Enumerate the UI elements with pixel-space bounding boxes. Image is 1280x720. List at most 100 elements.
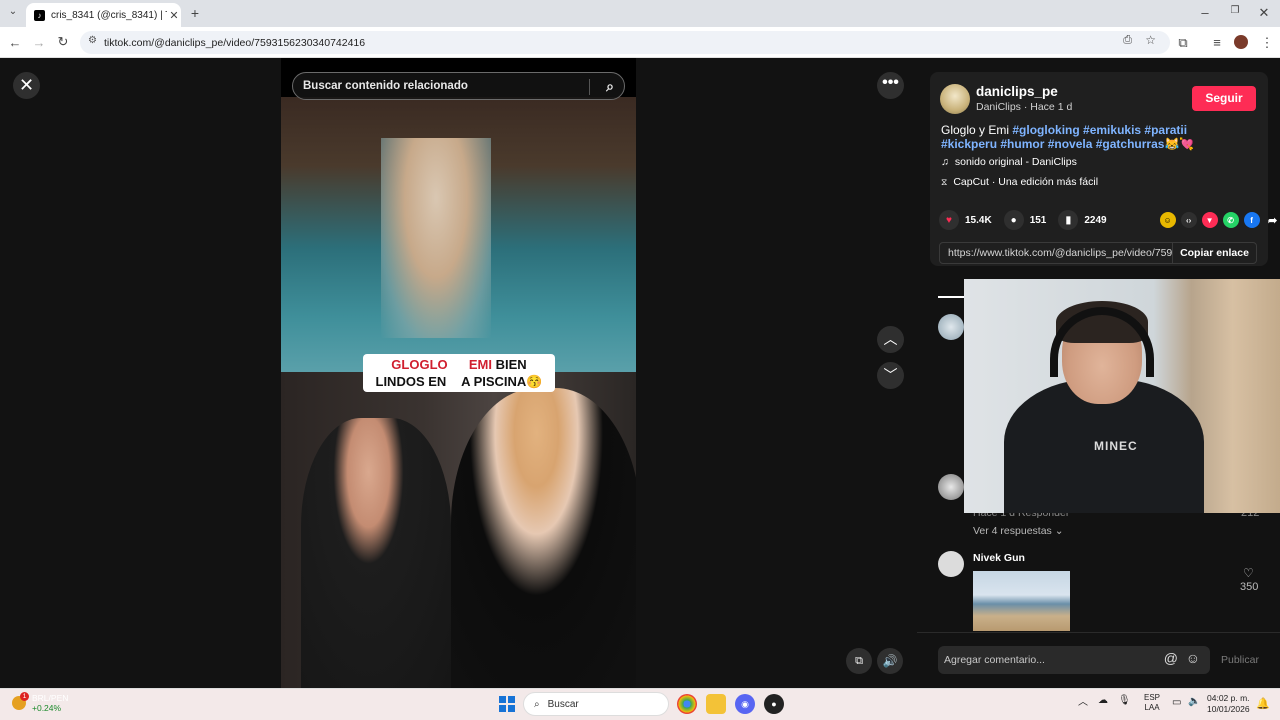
related-search-placeholder: Buscar contenido relacionado (303, 80, 468, 92)
notifications-bell-icon[interactable]: 🔔 (1256, 697, 1270, 710)
reading-list-icon[interactable]: ≡ (1208, 35, 1226, 50)
share-arrow-icon[interactable]: ➦ (1265, 212, 1280, 228)
caption-emoji: 😚 (526, 374, 543, 389)
microphone-icon[interactable]: 🎙 (1118, 695, 1131, 706)
facebook-icon[interactable]: f (1243, 212, 1260, 228)
cloud-icon[interactable]: ☁ (1098, 695, 1108, 706)
sound-link[interactable]: ♫ sonido original - DaniClips (941, 156, 1077, 168)
browser-tab[interactable]: ♪ cris_8341 (@cris_8341) | TikTok ✕ (26, 3, 181, 27)
author-username[interactable]: daniclips_pe (976, 84, 1058, 99)
active-tab-indicator (938, 296, 965, 298)
comment-like-heart-icon[interactable]: ♡ (1243, 566, 1254, 580)
url-text: tiktok.com/@daniclips_pe/video/759315623… (104, 36, 366, 49)
back-icon[interactable]: ← (6, 35, 24, 50)
tab-close-icon[interactable]: ✕ (167, 9, 181, 22)
new-tab-icon[interactable]: + (186, 5, 204, 21)
comment-input[interactable]: Agregar comentario... @ ☺ (938, 646, 1210, 674)
repost-icon[interactable]: ☺ (1159, 212, 1176, 228)
caption-word-1: GLOGLO (391, 357, 448, 372)
volume-button[interactable]: 🔊 (877, 648, 903, 674)
description-text: Gloglo y Emi (941, 123, 1010, 137)
likes-count: 15.4K (965, 214, 992, 226)
taskbar-clock[interactable]: 04:02 p. m. 10/01/2026 (1207, 693, 1250, 715)
minimize-icon[interactable]: – (1196, 5, 1214, 20)
profile-avatar[interactable] (1234, 35, 1248, 49)
search-icon[interactable]: ⌕ (606, 78, 614, 95)
next-video-button[interactable]: ﹀ (877, 362, 904, 389)
view-replies-button[interactable]: Ver 4 respuestas ⌄ (973, 525, 1064, 537)
like-heart-icon[interactable]: ♥ (939, 210, 959, 230)
reload-icon[interactable]: ↻ (54, 34, 72, 50)
caption-word-3: BIEN (495, 357, 527, 372)
commenter-avatar[interactable] (938, 474, 964, 500)
windows-start-icon[interactable] (499, 696, 515, 712)
commenter-name[interactable]: Nivek Gun (973, 552, 1025, 564)
whatsapp-icon[interactable]: ✆ (1222, 212, 1239, 228)
capcut-icon: ⧖ (941, 176, 948, 187)
comment-bubble-icon[interactable]: ● (1003, 210, 1024, 230)
search-icon: ⌕ (534, 698, 540, 710)
commenter-avatar[interactable] (938, 314, 964, 340)
stock-widget[interactable]: 1 BRL/PEN +0.24% (12, 692, 68, 713)
caption-line-2a: LINDOS EN (375, 374, 447, 389)
publish-comment-button[interactable]: Publicar (1221, 654, 1259, 666)
speaker-icon[interactable]: 🔈 (1188, 696, 1200, 707)
restore-icon[interactable]: ❐ (1226, 5, 1244, 16)
bookmark-icon[interactable]: ▮ (1058, 210, 1079, 230)
lang-bottom: LAA (1144, 703, 1160, 712)
chrome-app-icon[interactable] (677, 694, 697, 714)
comment-image[interactable] (973, 571, 1070, 631)
lang-top: ESP (1144, 693, 1161, 702)
site-info-icon[interactable]: ⚙ (88, 35, 97, 46)
share-link-url[interactable]: https://www.tiktok.com/@daniclips_pe/vid… (948, 247, 1172, 259)
taskbar-search-placeholder: Buscar (547, 698, 579, 710)
mention-at-icon[interactable]: @ (1164, 650, 1178, 666)
obs-app-icon[interactable]: ● (764, 694, 784, 714)
post-description: Gloglo y Emi #glogloking #emikukis #para… (941, 123, 1241, 151)
browser-tab-strip: ⌄ ♪ cris_8341 (@cris_8341) | TikTok ✕ + … (0, 0, 1280, 27)
description-emoji: 😹💘 (1164, 137, 1195, 151)
network-icon[interactable]: ▭ (1172, 697, 1181, 708)
commenter-avatar[interactable] (938, 551, 964, 577)
share-link-box: https://www.tiktok.com/@daniclips_pe/vid… (939, 242, 1257, 264)
tab-search-icon[interactable]: ⌄ (4, 6, 22, 17)
sound-label: sonido original - DaniClips (954, 156, 1077, 168)
search-divider (589, 79, 590, 95)
follow-button[interactable]: Seguir (1192, 86, 1256, 111)
emoji-smile-icon[interactable]: ☺ (1186, 650, 1200, 666)
related-search-input[interactable]: Buscar contenido relacionado ⌕ (292, 72, 625, 100)
file-explorer-icon[interactable] (706, 694, 726, 714)
comment-input-placeholder: Agregar comentario... (944, 654, 1045, 666)
discord-app-icon[interactable]: ◉ (735, 694, 755, 714)
saves-count: 2249 (1084, 214, 1107, 226)
video-person-woman (451, 388, 636, 688)
clock-time: 04:02 p. m. (1207, 693, 1250, 703)
browser-menu-icon[interactable]: ⋮ (1258, 35, 1276, 51)
embed-code-icon[interactable]: ‹› (1180, 212, 1197, 228)
install-app-icon[interactable]: ⎙ (1123, 34, 1132, 47)
video-person-pool (381, 138, 491, 338)
copy-link-button[interactable]: Copiar enlace (1172, 242, 1256, 264)
capcut-link[interactable]: ⧖ CapCut · Una edición más fácil (941, 176, 1098, 188)
forward-icon[interactable]: → (30, 35, 48, 50)
picture-in-picture-button[interactable]: ⧉ (846, 648, 872, 674)
previous-video-button[interactable]: ︿ (877, 326, 904, 353)
comments-count: 151 (1029, 214, 1047, 226)
bookmark-star-icon[interactable]: ☆ (1145, 33, 1156, 47)
address-bar[interactable]: ⚙ tiktok.com/@daniclips_pe/video/7593156… (80, 31, 1170, 54)
video-player[interactable]: GLOGLO EMI BIEN LINDOS EN A PISCINA😚 (281, 58, 636, 688)
tab-title: cris_8341 (@cris_8341) | TikTok (51, 9, 167, 21)
author-avatar[interactable] (940, 84, 970, 114)
widget-badge-icon: 1 (12, 692, 29, 710)
taskbar-search[interactable]: ⌕ Buscar (523, 692, 669, 716)
send-icon[interactable]: ▼ (1201, 212, 1218, 228)
close-video-button[interactable]: ✕ (13, 72, 40, 99)
show-hidden-icons-icon[interactable]: ︿ (1078, 693, 1088, 708)
more-dots-icon: ••• (882, 74, 899, 91)
pip-icon: ⧉ (855, 655, 863, 667)
more-options-button[interactable]: ••• (877, 72, 904, 99)
window-close-icon[interactable]: ✕ (1255, 5, 1273, 21)
language-indicator[interactable]: ESP LAA (1144, 693, 1160, 713)
capcut-label: CapCut · Una edición más fácil (953, 176, 1099, 188)
extensions-icon[interactable]: ⧉ (1174, 35, 1192, 51)
